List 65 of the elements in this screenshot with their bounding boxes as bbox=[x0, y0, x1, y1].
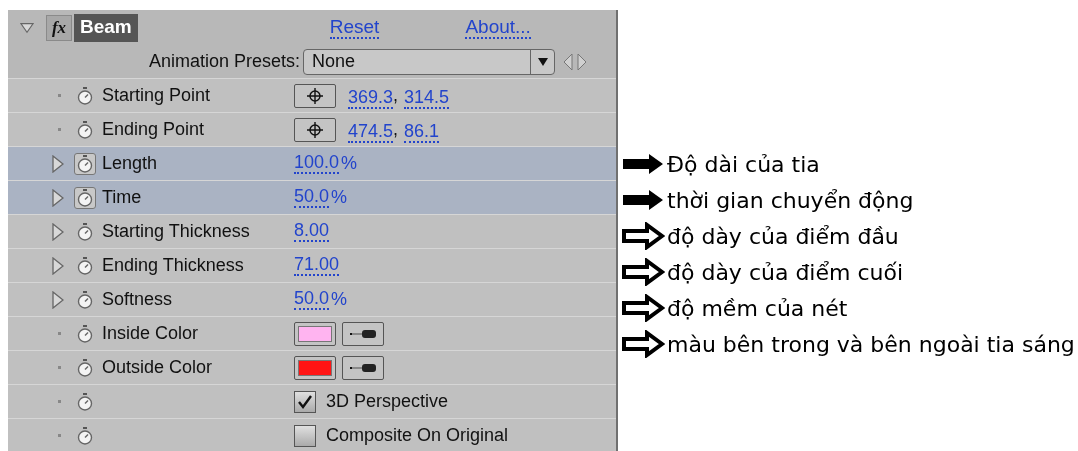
property-label: Starting Point bbox=[102, 84, 212, 107]
outline-arrow-icon bbox=[621, 294, 665, 322]
dropdown-value: None bbox=[312, 50, 356, 73]
effect-name: Beam bbox=[74, 13, 138, 42]
property-label: Outside Color bbox=[102, 356, 214, 379]
annotation-text: độ dày của điểm đầu bbox=[667, 222, 899, 251]
property-value[interactable]: 8.00 bbox=[294, 221, 330, 242]
y-value[interactable]: 86.1 bbox=[404, 122, 440, 143]
target-button[interactable] bbox=[294, 117, 336, 142]
previous-preset-icon[interactable] bbox=[563, 52, 573, 71]
checkbox[interactable] bbox=[294, 390, 316, 413]
eyedropper-icon bbox=[348, 361, 378, 374]
unit-label: % bbox=[341, 152, 358, 175]
next-preset-icon[interactable] bbox=[577, 52, 587, 71]
checkbox-label: 3D Perspective bbox=[326, 390, 449, 413]
expand-triangle-icon[interactable] bbox=[52, 222, 66, 241]
property-label: Length bbox=[102, 152, 159, 175]
annotation-text: độ mềm của nét bbox=[667, 294, 848, 323]
x-value[interactable]: 369.3 bbox=[348, 88, 394, 109]
separator: , bbox=[393, 118, 399, 141]
x-value[interactable]: 474.5 bbox=[348, 122, 394, 143]
property-label: Softness bbox=[102, 288, 174, 311]
fx-badge[interactable]: fx bbox=[46, 14, 72, 41]
stopwatch-icon[interactable] bbox=[74, 186, 96, 209]
crosshair-icon bbox=[306, 120, 324, 139]
outline-arrow-icon bbox=[621, 258, 665, 286]
about-link[interactable]: About... bbox=[465, 16, 531, 39]
expand-triangle-icon[interactable] bbox=[52, 256, 66, 275]
filled-arrow-icon bbox=[621, 188, 665, 212]
filled-arrow-icon bbox=[621, 152, 665, 176]
property-value[interactable]: 50.0 bbox=[294, 187, 330, 208]
annotation-text: độ dày của điểm cuối bbox=[667, 258, 904, 287]
separator: , bbox=[393, 84, 399, 107]
property-label: Ending Thickness bbox=[102, 254, 245, 277]
property-value[interactable]: 100.0 bbox=[294, 153, 340, 174]
unit-label: % bbox=[331, 186, 348, 209]
expand-triangle-icon[interactable] bbox=[52, 188, 66, 207]
property-value[interactable]: 50.0 bbox=[294, 289, 330, 310]
presets-label: Animation Presets: bbox=[147, 50, 300, 73]
property-value[interactable]: 71.00 bbox=[294, 255, 340, 276]
annotation-text: thời gian chuyển động bbox=[667, 186, 914, 215]
property-label: Ending Point bbox=[102, 118, 206, 141]
annotation-text: màu bên trong và bên ngoài tia sáng bbox=[667, 330, 1075, 359]
property-row[interactable]: Time 50.0% bbox=[8, 181, 616, 215]
expand-triangle-icon[interactable] bbox=[52, 290, 66, 309]
annotation-text: Độ dài của tia bbox=[667, 150, 820, 179]
presets-dropdown[interactable]: None bbox=[303, 48, 555, 75]
eyedropper-button[interactable] bbox=[342, 321, 384, 346]
reset-link[interactable]: Reset bbox=[329, 16, 380, 39]
property-row[interactable]: Length 100.0% bbox=[8, 147, 616, 181]
checkbox[interactable] bbox=[294, 424, 316, 447]
checkbox-label: Composite On Original bbox=[326, 424, 509, 447]
outline-arrow-icon bbox=[621, 330, 665, 358]
property-label: Time bbox=[102, 186, 143, 209]
y-value[interactable]: 314.5 bbox=[404, 88, 450, 109]
outline-arrow-icon bbox=[621, 222, 665, 250]
crosshair-icon bbox=[306, 86, 324, 105]
target-button[interactable] bbox=[294, 83, 336, 108]
property-label: Inside Color bbox=[102, 322, 200, 345]
property-label: Starting Thickness bbox=[102, 220, 251, 243]
unit-label: % bbox=[331, 288, 348, 311]
expand-triangle-icon[interactable] bbox=[52, 154, 66, 173]
eyedropper-icon bbox=[348, 327, 378, 340]
stopwatch-icon[interactable] bbox=[74, 152, 96, 175]
eyedropper-button[interactable] bbox=[342, 355, 384, 380]
